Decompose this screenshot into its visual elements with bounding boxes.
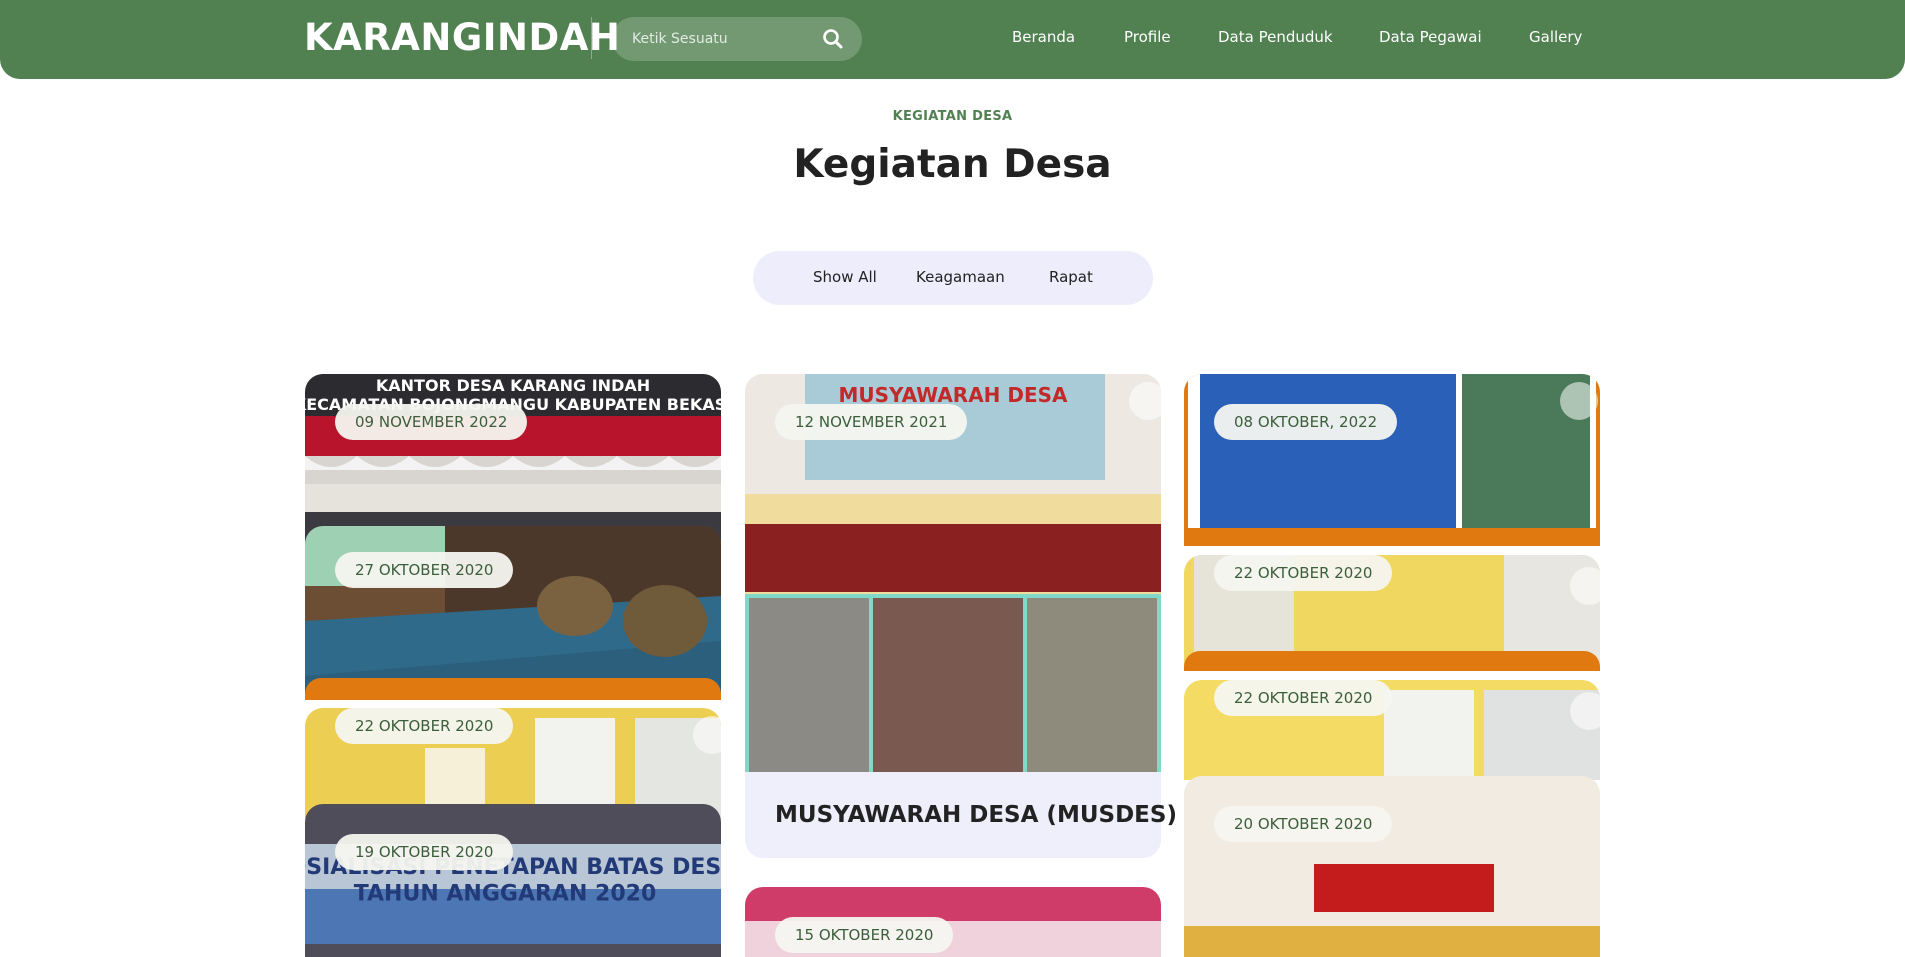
- date-badge: 22 OKTOBER 2020: [1214, 555, 1393, 591]
- filter-rapat[interactable]: Rapat: [1049, 268, 1093, 286]
- gallery-card[interactable]: 22 OKTOBER 2020: [1184, 555, 1600, 671]
- gallery-photo: [1184, 776, 1600, 957]
- card-accent-bar: [305, 678, 721, 700]
- date-badge: 22 OKTOBER 2020: [335, 708, 514, 744]
- section-title: Kegiatan Desa: [793, 142, 1112, 187]
- gallery-card[interactable]: MUSYAWARAH DESA 12 NOVEMBER 2021: [745, 374, 1161, 786]
- gallery-card[interactable]: SOSIALISASI PENETAPAN BATAS DESATAHUN AN…: [305, 804, 721, 957]
- search-input[interactable]: [632, 17, 812, 61]
- gallery-card[interactable]: 22 OKTOBER 2020: [1184, 680, 1600, 780]
- site-header: KARANGINDAH Beranda Profile Data Pendudu…: [0, 0, 1905, 79]
- gallery-card[interactable]: 20 OKTOBER 2020: [1184, 776, 1600, 957]
- gallery-photo: KANTOR DESA KARANG INDAHKECAMATAN BOJONG…: [305, 374, 721, 542]
- date-badge: 20 OKTOBER 2020: [1214, 806, 1393, 842]
- focus-icon[interactable]: [1570, 692, 1600, 730]
- card-caption-box: MUSYAWARAH DESA (MUSDES): [745, 772, 1177, 858]
- date-badge: 08 OKTOBER, 2022: [1214, 404, 1398, 440]
- nav-data-penduduk[interactable]: Data Penduduk: [1218, 28, 1333, 52]
- filter-bar: Show All Keagamaan Rapat: [753, 251, 1153, 305]
- gallery-card[interactable]: 22 OKTOBER 2020: [305, 708, 721, 818]
- gallery-card[interactable]: 27 OKTOBER 2020: [305, 526, 721, 700]
- gallery-card[interactable]: 15 OKTOBER 2020: [745, 887, 1161, 957]
- nav-data-pegawai[interactable]: Data Pegawai: [1379, 28, 1482, 52]
- nav-profile[interactable]: Profile: [1124, 28, 1171, 52]
- date-badge: 19 OKTOBER 2020: [335, 834, 514, 870]
- date-badge: 12 NOVEMBER 2021: [775, 404, 968, 440]
- focus-icon[interactable]: [1560, 382, 1598, 420]
- card-accent-bar: [1184, 651, 1600, 671]
- gallery-photo: [1184, 374, 1600, 546]
- nav-beranda[interactable]: Beranda: [1012, 28, 1075, 52]
- logo-divider: [591, 17, 592, 59]
- filter-show-all[interactable]: Show All: [813, 268, 877, 286]
- site-logo[interactable]: KARANGINDAH: [304, 16, 620, 59]
- date-badge: 27 OKTOBER 2020: [335, 552, 514, 588]
- search-icon[interactable]: [822, 28, 844, 50]
- nav-gallery[interactable]: Gallery: [1529, 28, 1582, 52]
- gallery-card[interactable]: 08 OKTOBER, 2022: [1184, 374, 1600, 546]
- section-eyebrow: KEGIATAN DESA: [892, 109, 1013, 124]
- filter-keagamaan[interactable]: Keagamaan: [916, 268, 1005, 286]
- date-badge: 15 OKTOBER 2020: [775, 917, 954, 953]
- gallery-photo: SOSIALISASI PENETAPAN BATAS DESATAHUN AN…: [305, 804, 721, 957]
- date-badge: 09 NOVEMBER 2022: [335, 404, 528, 440]
- focus-icon[interactable]: [1129, 382, 1161, 420]
- focus-icon[interactable]: [1570, 567, 1600, 605]
- gallery-card[interactable]: KANTOR DESA KARANG INDAHKECAMATAN BOJONG…: [305, 374, 721, 542]
- date-badge: 22 OKTOBER 2020: [1214, 680, 1393, 716]
- card-caption[interactable]: MUSYAWARAH DESA (MUSDES): [775, 802, 1177, 828]
